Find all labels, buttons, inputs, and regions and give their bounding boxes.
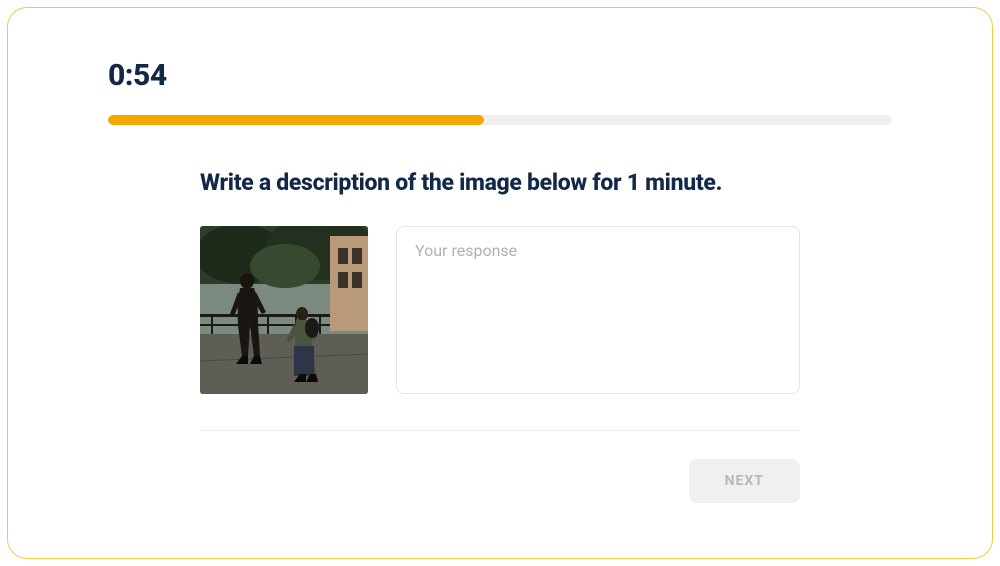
countdown-timer: 0:54 [108,58,892,93]
prompt-image [200,226,368,394]
next-button[interactable]: NEXT [689,459,800,503]
response-textarea[interactable] [396,226,800,394]
footer-row: NEXT [200,459,800,503]
progress-bar-track [108,115,892,125]
content-area: Write a description of the image below f… [108,169,892,503]
street-scene-icon [200,226,368,394]
task-row [200,226,800,394]
prompt-title: Write a description of the image below f… [200,169,800,196]
divider [200,430,800,431]
progress-bar-fill [108,115,484,125]
exercise-card: 0:54 Write a description of the image be… [7,7,993,559]
